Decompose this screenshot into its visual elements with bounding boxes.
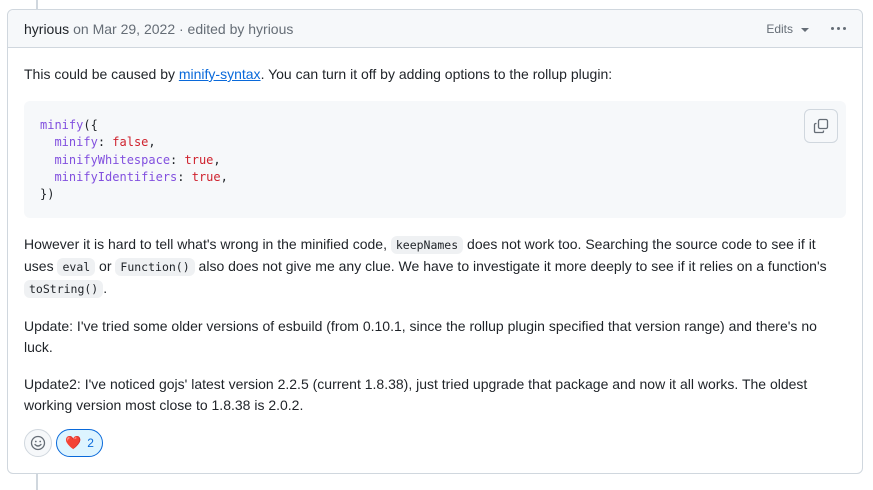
smiley-icon: [30, 435, 46, 451]
minify-syntax-link[interactable]: minify-syntax: [179, 66, 261, 82]
intro-text-start: This could be caused by: [24, 66, 179, 82]
comment-header: hyrious on Mar 29, 2022 · edited by hyri…: [8, 10, 862, 48]
paragraph-update1: Update: I've tried some older versions o…: [24, 318, 817, 355]
edits-label: Edits: [766, 21, 793, 36]
code-value: true: [184, 152, 214, 167]
header-actions: Edits: [766, 22, 846, 36]
chevron-down-icon: [801, 27, 809, 32]
add-reaction-button[interactable]: [24, 429, 52, 457]
paragraph-update2: Update2: I've noticed gojs' latest versi…: [24, 376, 808, 413]
inline-code: toString(): [24, 280, 104, 298]
comment-card: hyrious on Mar 29, 2022 · edited by hyri…: [7, 9, 863, 474]
code-value: true: [191, 169, 221, 184]
code-punc: }): [40, 187, 55, 202]
code-punc: ({: [83, 118, 98, 132]
reactions-bar: ❤️ 2: [24, 429, 103, 457]
inline-code: eval: [57, 258, 96, 276]
timeline-line-bottom: [36, 473, 38, 490]
edits-dropdown[interactable]: Edits: [766, 22, 809, 36]
code-value: false: [112, 135, 149, 150]
intro-text-end: . You can turn it off by adding options …: [260, 66, 613, 82]
code-content: minify({ minify: false, minifyWhitespace…: [40, 118, 228, 202]
kebab-menu-icon[interactable]: [831, 23, 846, 34]
inline-code: keepNames: [390, 236, 464, 254]
heart-icon: ❤️: [65, 435, 82, 451]
paragraph-keepnames: However it is hard to tell what's wrong …: [24, 234, 846, 300]
kebab-dot: [843, 27, 846, 30]
code-key: minifyWhitespace: [54, 152, 171, 167]
text: .: [103, 280, 108, 296]
copy-icon: [813, 118, 829, 134]
kebab-dot: [837, 27, 840, 30]
comment-author[interactable]: hyrious: [24, 21, 69, 37]
text: However it is hard to tell what's wrong …: [24, 236, 391, 252]
text: or: [95, 258, 116, 274]
code-key: minify: [54, 135, 98, 150]
code-block: minify({ minify: false, minifyWhitespace…: [24, 101, 846, 218]
copy-button[interactable]: [804, 109, 838, 143]
comment-body: This could be caused by minify-syntax. Y…: [8, 48, 862, 416]
heart-reaction-button[interactable]: ❤️ 2: [56, 429, 103, 457]
code-key: minifyIdentifiers: [54, 169, 178, 184]
comment-meta[interactable]: on Mar 29, 2022 · edited by hyrious: [73, 21, 293, 37]
text: also does not give me any clue. We have …: [194, 258, 827, 274]
code-fn: minify: [40, 118, 84, 132]
inline-code: Function(): [115, 258, 195, 276]
paragraph-intro: This could be caused by minify-syntax. Y…: [24, 64, 846, 85]
kebab-dot: [831, 27, 834, 30]
heart-count: 2: [87, 436, 94, 450]
